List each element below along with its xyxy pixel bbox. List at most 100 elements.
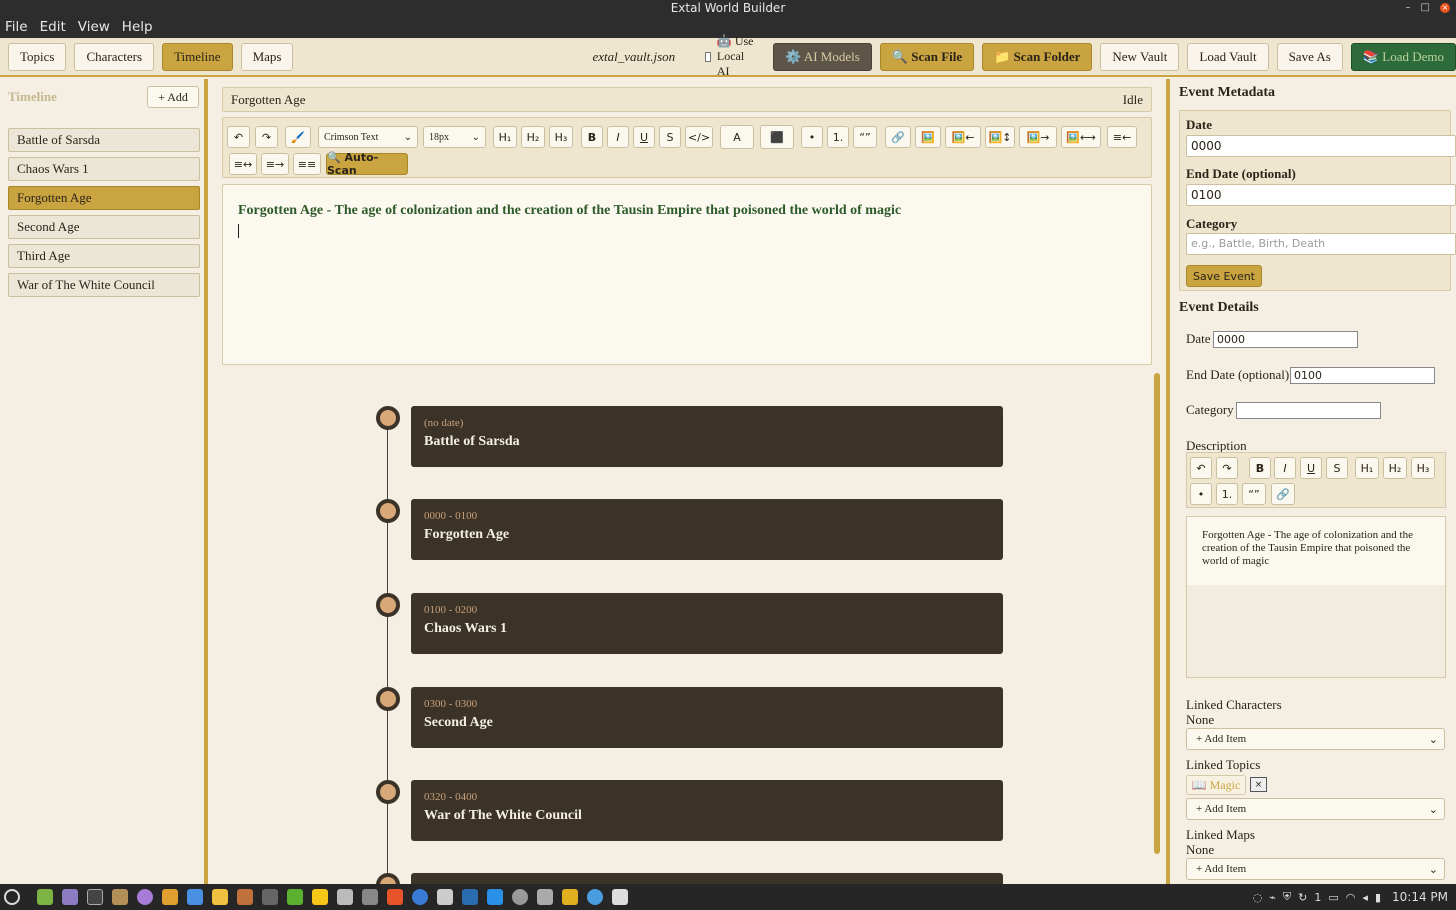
sidebar-item-forgotten-age[interactable]: Forgotten Age <box>8 186 200 210</box>
app-icon[interactable] <box>112 889 128 905</box>
desc-italic-button[interactable]: I <box>1274 457 1296 479</box>
strikethrough-button[interactable]: S <box>659 126 681 148</box>
italic-button[interactable]: I <box>607 126 629 148</box>
files-icon[interactable] <box>37 889 53 905</box>
desc-h2-button[interactable]: H₂ <box>1383 457 1407 479</box>
remove-tag-button[interactable]: × <box>1250 777 1267 792</box>
category-field[interactable]: e.g., Battle, Birth, Death <box>1186 233 1456 255</box>
tab-timeline[interactable]: Timeline <box>162 42 233 71</box>
app-icon[interactable] <box>462 889 478 905</box>
clock[interactable]: 10:14 PM <box>1392 890 1448 904</box>
app-icon[interactable] <box>162 889 178 905</box>
app-icon[interactable] <box>137 889 153 905</box>
save-event-button[interactable]: Save Event <box>1186 265 1262 287</box>
bullet-list-button[interactable]: • <box>801 126 823 148</box>
sidebar-item-battle-of-sarsda[interactable]: Battle of Sarsda <box>8 128 200 152</box>
app-icon[interactable] <box>337 889 353 905</box>
desc-h3-button[interactable]: H₃ <box>1411 457 1435 479</box>
image-left-button[interactable]: 🖼️← <box>945 126 981 148</box>
date-field[interactable]: 0000 <box>1186 135 1456 157</box>
ai-models-button[interactable]: ⚙️ AI Models <box>773 42 872 71</box>
align-right-button[interactable]: ≡→ <box>261 153 289 175</box>
load-demo-button[interactable]: 📚 Load Demo <box>1350 42 1456 71</box>
app-icon[interactable] <box>62 889 78 905</box>
scan-file-button[interactable]: 🔍 Scan File <box>879 42 975 71</box>
sidebar-item-third-age[interactable]: Third Age <box>8 244 200 268</box>
add-event-button[interactable]: + Add <box>147 86 199 108</box>
quote-button[interactable]: “” <box>853 126 877 148</box>
vscode-icon[interactable] <box>487 889 503 905</box>
load-vault-button[interactable]: Load Vault <box>1187 42 1269 71</box>
desc-numbered-button[interactable]: 1. <box>1216 483 1238 505</box>
sidebar-item-war-of-the-white-council[interactable]: War of The White Council <box>8 273 200 297</box>
heading-3-button[interactable]: H₃ <box>549 126 573 148</box>
format-brush-button[interactable]: 🖌️ <box>285 126 311 148</box>
app-icon[interactable] <box>237 889 253 905</box>
close-icon[interactable]: × <box>1440 3 1450 13</box>
desc-redo-button[interactable]: ↷ <box>1216 457 1238 479</box>
heading-1-button[interactable]: H₁ <box>493 126 517 148</box>
save-as-button[interactable]: Save As <box>1276 42 1343 71</box>
timeline-event-card[interactable]: 0320 - 0400 War of The White Council <box>411 780 1003 841</box>
terminal-icon[interactable] <box>87 889 103 905</box>
app-icon[interactable] <box>562 889 578 905</box>
sidebar-item-chaos-wars-1[interactable]: Chaos Wars 1 <box>8 157 200 181</box>
center-scrollbar[interactable] <box>1154 373 1160 854</box>
justify-button[interactable]: ≡≡ <box>293 153 321 175</box>
app-icon[interactable] <box>287 889 303 905</box>
menu-file[interactable]: File <box>5 19 28 35</box>
image-full-width-button[interactable]: 🖼️⟷ <box>1061 126 1101 148</box>
app-icon[interactable] <box>512 889 528 905</box>
app-icon[interactable] <box>262 889 278 905</box>
heading-2-button[interactable]: H₂ <box>521 126 545 148</box>
bold-button[interactable]: B <box>581 126 603 148</box>
description-editor[interactable]: Forgotten Age - The age of colonization … <box>1186 516 1446 678</box>
rich-text-editor[interactable]: Forgotten Age - The age of colonization … <box>222 184 1152 365</box>
undo-button[interactable]: ↶ <box>227 126 250 148</box>
details-category-input[interactable] <box>1236 402 1381 419</box>
tray-bluetooth-icon[interactable]: ⌁ <box>1269 891 1276 904</box>
app-icon[interactable] <box>187 889 203 905</box>
numbered-list-button[interactable]: 1. <box>827 126 849 148</box>
code-button[interactable]: </> <box>685 126 713 148</box>
font-size-select[interactable]: 18px ⌄ <box>423 126 486 148</box>
image-right-button[interactable]: 🖼️→ <box>1019 126 1057 148</box>
details-date-input[interactable]: 0000 <box>1213 331 1358 348</box>
text-color-button[interactable]: A <box>720 125 754 149</box>
new-vault-button[interactable]: New Vault <box>1100 42 1180 71</box>
tab-maps[interactable]: Maps <box>240 42 294 71</box>
scan-folder-button[interactable]: 📁 Scan Folder <box>982 42 1093 71</box>
tab-characters[interactable]: Characters <box>74 42 155 71</box>
desc-bold-button[interactable]: B <box>1249 457 1271 479</box>
app-icon[interactable] <box>437 889 453 905</box>
align-center-button[interactable]: ≡↔ <box>229 153 257 175</box>
menu-help[interactable]: Help <box>122 19 153 35</box>
volume-icon[interactable]: ◂ <box>1362 891 1368 904</box>
desc-link-button[interactable]: 🔗 <box>1271 483 1295 505</box>
tray-status-icon[interactable]: ◌ <box>1253 891 1263 904</box>
align-left-button[interactable]: ≡← <box>1107 126 1137 148</box>
calculator-icon[interactable] <box>537 889 553 905</box>
app-icon[interactable] <box>362 889 378 905</box>
battery-icon[interactable]: ▮ <box>1375 891 1381 904</box>
link-button[interactable]: 🔗 <box>885 126 911 148</box>
timeline-event-card[interactable]: 0300 - 0300 Second Age <box>411 687 1003 748</box>
desc-quote-button[interactable]: “” <box>1242 483 1266 505</box>
desc-undo-button[interactable]: ↶ <box>1190 457 1212 479</box>
details-end-date-input[interactable]: 0100 <box>1290 367 1435 384</box>
add-map-select[interactable]: + Add Item ⌄ <box>1186 858 1445 880</box>
underline-button[interactable]: U <box>633 126 655 148</box>
timeline-event-card[interactable] <box>411 873 1003 884</box>
add-topic-select[interactable]: + Add Item ⌄ <box>1186 798 1445 820</box>
tab-topics[interactable]: Topics <box>8 42 67 71</box>
minimize-icon[interactable]: – <box>1406 0 1411 16</box>
display-icon[interactable]: ▭ <box>1328 891 1338 904</box>
use-local-ai-checkbox[interactable] <box>705 51 711 62</box>
timeline-event-card[interactable]: 0100 - 0200 Chaos Wars 1 <box>411 593 1003 654</box>
tray-update-icon[interactable]: ↻ <box>1298 891 1307 904</box>
tray-security-icon[interactable]: ⛨ <box>1283 890 1291 904</box>
desc-h1-button[interactable]: H₁ <box>1355 457 1379 479</box>
auto-scan-button[interactable]: 🔍 Auto-Scan <box>326 151 408 177</box>
menu-edit[interactable]: Edit <box>40 19 66 35</box>
wifi-icon[interactable]: ◠ <box>1346 891 1356 904</box>
